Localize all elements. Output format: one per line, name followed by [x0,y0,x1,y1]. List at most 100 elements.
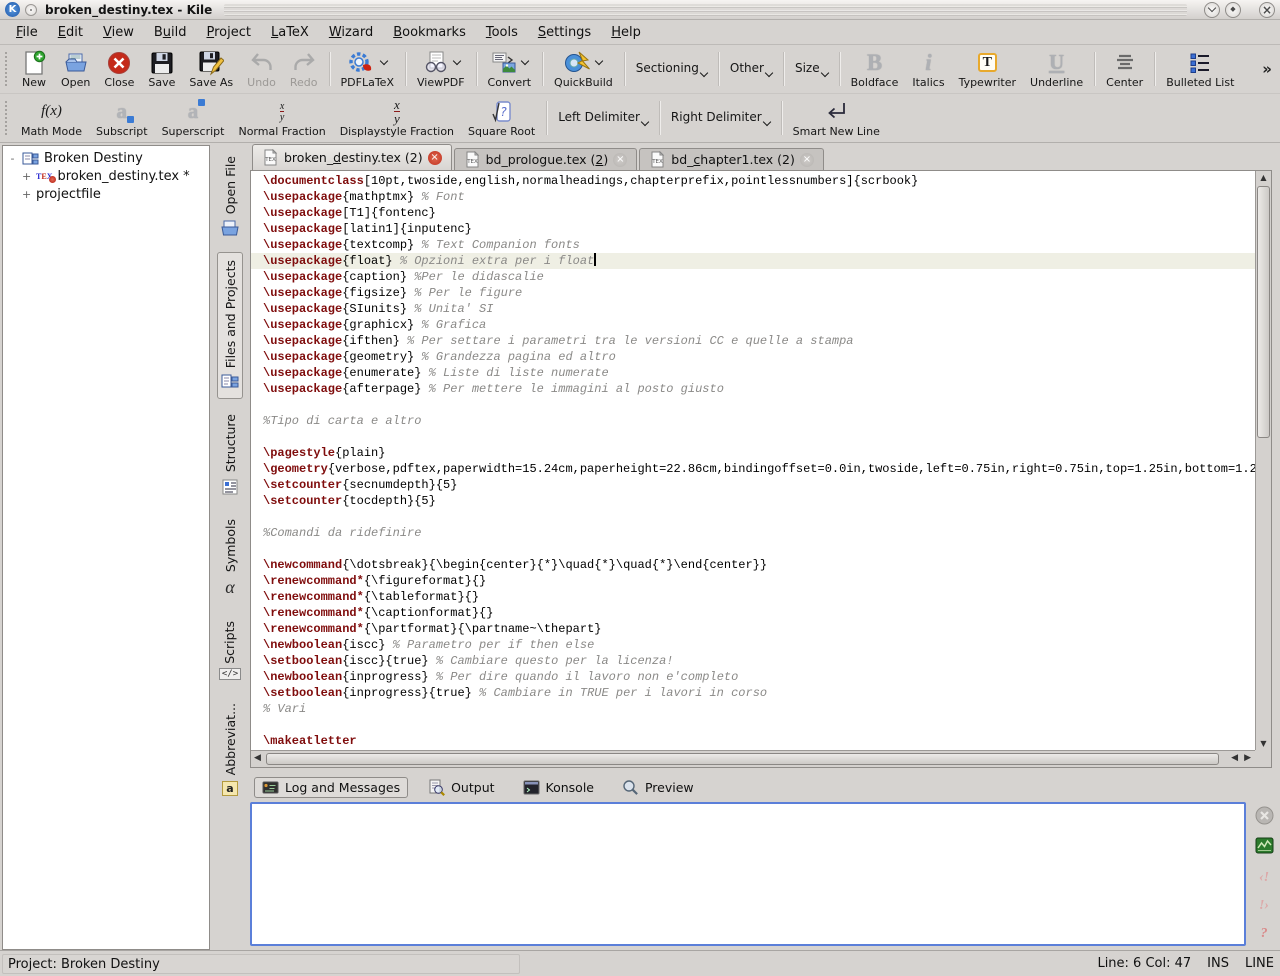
superscript-button[interactable]: aSuperscript [155,96,232,140]
tree-item-broken-destiny-tex[interactable]: +TEXbroken_destiny.tex * [3,167,209,185]
menu-edit[interactable]: Edit [48,22,93,43]
code-line[interactable]: \usepackage{mathptmx} % Font [263,189,1255,205]
close-tab-icon[interactable]: × [428,151,442,165]
tree-expander[interactable]: - [8,153,17,164]
code-line[interactable]: \usepackage{textcomp} % Text Companion f… [263,237,1255,253]
scroll-right-arrow-icon[interactable]: ▶ [1244,753,1251,763]
latex-log-icon-button[interactable] [1255,837,1274,858]
sidebar-tab-structure[interactable]: Structure [218,406,242,503]
close-tab-icon[interactable]: × [613,153,627,167]
code-line[interactable]: \usepackage{figsize} % Per le figure [263,285,1255,301]
sticky-button[interactable] [25,4,37,16]
subscript-button[interactable]: aSubscript [89,96,155,140]
tree-expander[interactable]: + [22,171,31,182]
code-line[interactable] [263,541,1255,557]
open-button[interactable]: Open [54,47,97,91]
typewriter-button[interactable]: TTypewriter [952,47,1023,91]
code-line[interactable]: \pagestyle{plain} [263,445,1255,461]
menu-help[interactable]: Help [601,22,651,43]
menu-project[interactable]: Project [196,22,261,43]
editor-code-area[interactable]: \documentclass[10pt,twoside,english,norm… [251,171,1255,750]
close-button[interactable]: Close [97,47,141,91]
code-line[interactable]: \usepackage{ifthen} % Per settare i para… [263,333,1255,349]
tree-item-project-root[interactable]: -Broken Destiny [3,149,209,167]
question-icon-button[interactable]: ? [1261,922,1268,942]
log-messages-view[interactable] [250,802,1246,946]
displaystyle-fraction-button[interactable]: xyDisplaystyle Fraction [333,96,461,140]
other-button[interactable]: Other [723,47,779,91]
smart-new-line-button[interactable]: Smart New Line [786,96,887,140]
code-line[interactable]: \renewcommand*{\figureformat}{} [263,573,1255,589]
code-line[interactable]: %Comandi da ridefinire [263,525,1255,541]
code-line[interactable]: \renewcommand*{\captionformat}{} [263,605,1255,621]
math-mode-button[interactable]: f(x)Math Mode [14,96,89,140]
vertical-scroll-thumb[interactable] [1257,186,1270,438]
editor-tab-bd-chapter1-tex-2[interactable]: TEXbd_chapter1.tex (2)× [639,148,824,170]
horizontal-scrollbar[interactable]: ◀ ◀ ▶ [251,750,1255,767]
editor-tab-broken-destiny-tex-2[interactable]: TEXbroken_destiny.tex (2)× [252,144,452,170]
tree-expander[interactable]: + [22,189,31,200]
editor-tab-bd-prologue-tex-2[interactable]: TEXbd_prologue.tex (2)× [454,148,638,170]
code-line[interactable]: \usepackage{afterpage} % Per mettere le … [263,381,1255,397]
code-line[interactable]: %Tipo di carta e altro [263,413,1255,429]
menu-wizard[interactable]: Wizard [319,22,383,43]
right-delimiter-button[interactable]: Right Delimiter [664,96,777,140]
code-line[interactable]: \usepackage{SIunits} % Unita' SI [263,301,1255,317]
bottom-tab-output[interactable]: Output [420,776,502,799]
left-delimiter-button[interactable]: Left Delimiter [551,96,655,140]
convert-button[interactable]: Convert [481,47,539,91]
italics-button[interactable]: iItalics [905,47,951,91]
scroll-up-arrow-icon[interactable]: ▲ [1256,173,1271,182]
menu-latex[interactable]: LaTeX [261,22,319,43]
toolbar-drag-handle[interactable] [5,101,9,135]
menu-view[interactable]: View [93,22,144,43]
new-button[interactable]: New [14,47,54,91]
code-line[interactable]: % Vari [263,701,1255,717]
code-line[interactable] [263,429,1255,445]
code-line[interactable]: \renewcommand*{\partformat}{\partname~\t… [263,621,1255,637]
code-line[interactable] [263,397,1255,413]
viewpdf-button[interactable]: ViewPDF [410,47,472,91]
code-line[interactable]: \makeatletter [263,733,1255,749]
sidebar-tab-abbreviat[interactable]: Abbreviat...a [219,695,240,803]
horizontal-scroll-thumb[interactable] [266,753,1219,765]
square-root-button[interactable]: ?Square Root [461,96,542,140]
tree-item-projectfile[interactable]: +projectfile [3,185,209,203]
code-line[interactable]: \geometry{verbose,pdftex,paperwidth=15.2… [263,461,1255,477]
scroll-left-arrow-icon[interactable]: ◀ [254,753,261,763]
scroll-down-arrow-icon[interactable]: ▼ [1256,739,1271,748]
code-line[interactable]: \newcommand{\dotsbreak}{\begin{center}{*… [263,557,1255,573]
maximize-button[interactable]: ◆ [1225,2,1241,18]
code-line[interactable]: \usepackage{enumerate} % Liste di liste … [263,365,1255,381]
menu-tools[interactable]: Tools [476,22,528,43]
code-line[interactable]: \setcounter{secnumdepth}{5} [263,477,1255,493]
code-line[interactable]: \usepackage[latin1]{inputenc} [263,221,1255,237]
underline-button[interactable]: UUnderline [1023,47,1090,91]
size-button[interactable]: Size [788,47,835,91]
toolbar-drag-handle[interactable] [5,52,9,86]
sidebar-tab-files-and-projects[interactable]: Files and Projects [217,252,243,399]
bottom-tab-konsole[interactable]: Konsole [515,777,602,798]
next-error-icon-button[interactable]: !› [1259,894,1269,914]
code-line[interactable]: \newboolean{inprogress} % Per dire quand… [263,669,1255,685]
pdflatex-button[interactable]: PDFLaTeX [334,47,401,91]
close-tab-icon[interactable]: × [800,153,814,167]
code-line[interactable]: \setboolean{iscc}{true} % Cambiare quest… [263,653,1255,669]
sidebar-tab-scripts[interactable]: Scripts</> [216,613,244,689]
app-icon[interactable]: K [5,2,20,17]
quickbuild-button[interactable]: QuickBuild [547,47,620,91]
code-line[interactable]: \usepackage{float} % Opzioni extra per i… [251,253,1255,269]
toolbar-overflow-button[interactable]: » [1258,60,1276,78]
menu-file[interactable]: File [6,22,48,43]
bottom-tab-log-and-messages[interactable]: Log and Messages [254,777,408,798]
code-line[interactable]: \documentclass[10pt,twoside,english,norm… [263,173,1255,189]
minimize-button[interactable] [1204,2,1220,18]
close-button[interactable]: × [1259,2,1275,18]
vertical-scrollbar[interactable]: ▲ ▼ [1255,171,1271,750]
scroll-left-arrow2-icon[interactable]: ◀ [1231,753,1238,763]
normal-fraction-button[interactable]: xyNormal Fraction [231,96,332,140]
bulleted-list-button[interactable]: Bulleted List [1159,47,1241,91]
code-line[interactable]: \setcounter{tocdepth}{5} [263,493,1255,509]
titlebar[interactable]: K broken_destiny.tex - Kile ◆ × [0,0,1280,20]
code-line[interactable]: \usepackage{graphicx} % Grafica [263,317,1255,333]
